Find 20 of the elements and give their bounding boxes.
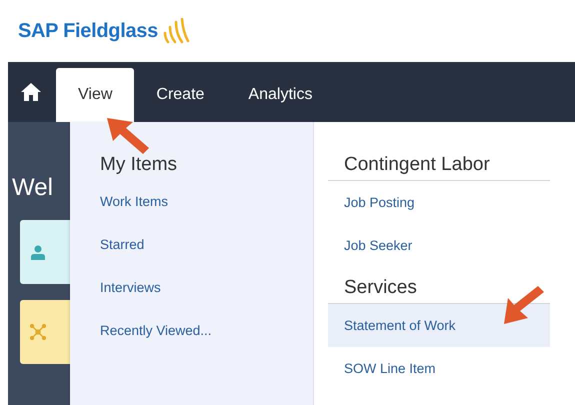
logo-icon xyxy=(162,18,190,44)
network-icon xyxy=(30,324,46,340)
home-icon[interactable] xyxy=(20,82,42,102)
logo-text: SAP Fieldglass xyxy=(18,20,158,42)
menu-item[interactable]: Job Seeker xyxy=(328,224,550,267)
section-heading: Contingent Labor xyxy=(328,154,550,181)
arrow-annotation xyxy=(105,116,151,156)
nav-tab[interactable]: View xyxy=(56,68,134,122)
nav-tab[interactable]: Analytics xyxy=(226,68,334,122)
menu-item[interactable]: Interviews xyxy=(100,266,300,309)
person-icon xyxy=(30,244,46,260)
menu-item[interactable]: Work Items xyxy=(100,180,300,223)
section-heading: My Items xyxy=(100,154,178,177)
menu-item[interactable]: Starred xyxy=(100,223,300,266)
menu-item[interactable]: SOW Line Item xyxy=(328,347,550,390)
menu-item[interactable]: Recently Viewed... xyxy=(100,309,300,352)
menu-item[interactable]: Job Posting xyxy=(328,181,550,224)
menu-item[interactable]: Statement of Work xyxy=(328,304,550,347)
welcome-heading: Wel xyxy=(11,174,53,202)
nav-tab[interactable]: Create xyxy=(134,68,226,122)
